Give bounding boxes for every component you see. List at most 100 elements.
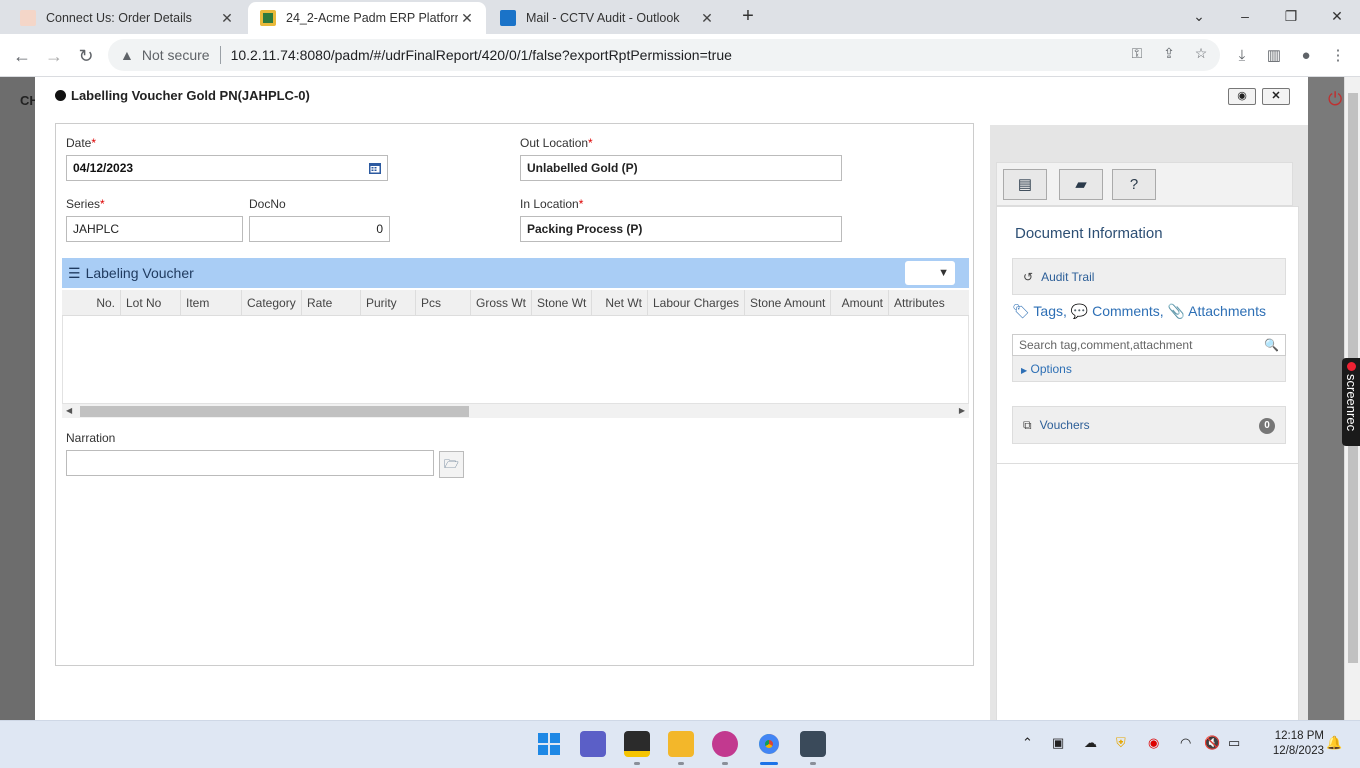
history-icon: ↺ bbox=[1023, 269, 1034, 284]
column-header[interactable]: Stone Wt bbox=[532, 290, 592, 316]
tab-help[interactable]: ? bbox=[1112, 169, 1156, 200]
column-header[interactable]: Labour Charges bbox=[648, 290, 745, 316]
tab-outlook-mail[interactable]: Mail - CCTV Audit - Outlook ✕ bbox=[488, 2, 726, 34]
copy-icon: ⧉ bbox=[1023, 417, 1032, 432]
column-header[interactable]: Attributes bbox=[889, 290, 957, 316]
bookmark-star-icon[interactable]: ☆ bbox=[1190, 42, 1212, 64]
options-toggle[interactable]: ▶ Options bbox=[1012, 356, 1286, 382]
column-header[interactable]: Category bbox=[242, 290, 302, 316]
attachments-link[interactable]: Attachments bbox=[1188, 303, 1266, 319]
docno-field[interactable]: 0 bbox=[249, 216, 390, 242]
share-icon[interactable]: ⇪ bbox=[1158, 42, 1180, 64]
grid-options-dropdown[interactable]: ▼ bbox=[905, 261, 955, 285]
close-tab-icon[interactable]: ✕ bbox=[218, 10, 236, 27]
required-asterisk: * bbox=[91, 136, 97, 150]
tab-book[interactable]: ▰ bbox=[1059, 169, 1103, 200]
profile-avatar-icon[interactable]: ● bbox=[1294, 44, 1318, 68]
column-header[interactable]: Gross Wt bbox=[471, 290, 532, 316]
calendar-icon[interactable] bbox=[369, 162, 381, 174]
list-icon: ☰ bbox=[68, 264, 81, 281]
scroll-right-arrow-icon[interactable]: ▶ bbox=[959, 404, 965, 418]
column-header[interactable]: Rate bbox=[302, 290, 361, 316]
chevron-down-icon: ▼ bbox=[938, 267, 949, 279]
in-location-field[interactable]: Packing Process (P) bbox=[520, 216, 842, 242]
scroll-left-arrow-icon[interactable]: ◀ bbox=[66, 404, 72, 418]
search-icon[interactable]: 🔍 bbox=[1264, 338, 1279, 352]
grid-column-headers: No. Lot No Item Category Rate Purity Pcs… bbox=[62, 290, 969, 316]
tab-search-chevron-icon[interactable]: ⌄ bbox=[1184, 4, 1214, 28]
close-tab-icon[interactable]: ✕ bbox=[698, 10, 716, 27]
notification-bell-icon[interactable]: 🔔 bbox=[1326, 735, 1342, 751]
wps-office-icon[interactable] bbox=[712, 731, 738, 757]
new-tab-plus-icon[interactable]: + bbox=[736, 5, 760, 29]
close-modal-button[interactable]: ✕ bbox=[1262, 88, 1290, 105]
column-header[interactable]: Lot No bbox=[121, 290, 181, 316]
close-tab-icon[interactable]: ✕ bbox=[458, 10, 476, 27]
out-location-field[interactable]: Unlabelled Gold (P) bbox=[520, 155, 842, 181]
tab-document-info[interactable]: ▤ bbox=[1003, 169, 1047, 200]
address-bar[interactable]: ▲ Not secure 10.2.11.74:8080/padm/#/udrF… bbox=[108, 39, 1220, 71]
book-icon: ▰ bbox=[1075, 176, 1087, 193]
divider bbox=[219, 46, 221, 64]
windows-taskbar: ⌃ ▣ ☁ ⛨ ◉ ◠ 🔇 ▭ 12:18 PM 12/8/2023 🔔 bbox=[0, 720, 1360, 768]
comments-icon: 💬 bbox=[1070, 303, 1089, 319]
narration-label: Narration bbox=[66, 431, 116, 445]
scrollbar-thumb[interactable] bbox=[80, 406, 469, 417]
required-asterisk: * bbox=[588, 136, 593, 150]
docno-value: 0 bbox=[376, 222, 383, 236]
column-header[interactable]: Purity bbox=[361, 290, 416, 316]
tray-chevron-up-icon[interactable]: ⌃ bbox=[1022, 735, 1033, 751]
back-arrow-icon[interactable]: ← bbox=[8, 42, 36, 70]
restore-icon[interactable]: ❐ bbox=[1276, 4, 1306, 28]
volume-muted-icon[interactable]: 🔇 bbox=[1204, 735, 1220, 751]
column-header[interactable]: Net Wt bbox=[592, 290, 648, 316]
tab-erp-platform[interactable]: 24_2-Acme Padm ERP Platform ✕ bbox=[248, 2, 486, 34]
windows-start-icon[interactable] bbox=[536, 731, 562, 757]
caret-right-icon: ▶ bbox=[1021, 366, 1028, 375]
column-header[interactable]: Pcs bbox=[416, 290, 471, 316]
column-header[interactable]: Amount bbox=[831, 290, 889, 316]
key-icon[interactable]: ⚿ bbox=[1126, 42, 1148, 64]
onedrive-icon[interactable]: ☁ bbox=[1084, 735, 1097, 751]
series-field[interactable]: JAHPLC bbox=[66, 216, 243, 242]
vouchers-count-badge: 0 bbox=[1259, 418, 1275, 434]
narration-field[interactable] bbox=[66, 450, 434, 476]
forward-arrow-icon[interactable]: → bbox=[40, 42, 68, 70]
screenrec-widget[interactable]: screenrec bbox=[1342, 358, 1360, 446]
labelling-voucher-modal: Labelling Voucher Gold PN(JAHPLC-0) ◉ ✕ … bbox=[35, 77, 1308, 720]
record-icon[interactable]: ◉ bbox=[1148, 735, 1159, 751]
grid-body bbox=[62, 316, 969, 404]
column-header[interactable]: Stone Amount bbox=[745, 290, 831, 316]
audit-trail-link[interactable]: ↺ Audit Trail bbox=[1012, 258, 1286, 295]
security-shield-icon[interactable]: ⛨ bbox=[1116, 735, 1126, 751]
close-window-icon[interactable]: ✕ bbox=[1322, 4, 1352, 28]
comments-link[interactable]: Comments, bbox=[1092, 303, 1164, 319]
docno-label: DocNo bbox=[249, 197, 286, 211]
hide-eye-button[interactable]: ◉ bbox=[1228, 88, 1256, 105]
reload-icon[interactable]: ↻ bbox=[72, 42, 100, 70]
tray-app-icon[interactable]: ▣ bbox=[1052, 735, 1064, 751]
tab-connect-us[interactable]: Connect Us: Order Details ✕ bbox=[8, 2, 246, 34]
column-header[interactable]: No. bbox=[62, 290, 121, 316]
minimize-icon[interactable]: – bbox=[1230, 4, 1260, 28]
chrome-icon[interactable] bbox=[756, 731, 782, 757]
tags-link[interactable]: Tags, bbox=[1033, 303, 1066, 319]
download-icon[interactable]: ⤓ bbox=[1230, 44, 1254, 68]
side-panel-tabs: ▤ ▰ ? bbox=[996, 162, 1293, 206]
capture-app-icon[interactable] bbox=[800, 731, 826, 757]
system-clock[interactable]: 12:18 PM 12/8/2023 bbox=[1254, 729, 1324, 759]
date-field[interactable]: 04/12/2023 bbox=[66, 155, 388, 181]
vouchers-link[interactable]: ⧉ Vouchers 0 bbox=[1012, 406, 1286, 444]
file-explorer-icon[interactable] bbox=[668, 731, 694, 757]
column-header[interactable]: Item bbox=[181, 290, 242, 316]
side-panel-icon[interactable]: ▥ bbox=[1262, 44, 1286, 68]
menu-kebab-icon[interactable]: ⋮ bbox=[1326, 44, 1350, 68]
open-folder-button[interactable]: 🗁 bbox=[439, 451, 464, 478]
battery-icon[interactable]: ▭ bbox=[1228, 735, 1240, 751]
teams-icon[interactable] bbox=[580, 731, 606, 757]
wifi-icon[interactable]: ◠ bbox=[1180, 735, 1191, 751]
grid-horizontal-scrollbar[interactable]: ◀ ▶ bbox=[62, 404, 969, 418]
tag-search-input[interactable]: Search tag,comment,attachment 🔍 bbox=[1012, 334, 1286, 356]
sticky-notes-icon[interactable] bbox=[624, 731, 650, 757]
power-icon[interactable]: ⏻ bbox=[1328, 89, 1342, 110]
